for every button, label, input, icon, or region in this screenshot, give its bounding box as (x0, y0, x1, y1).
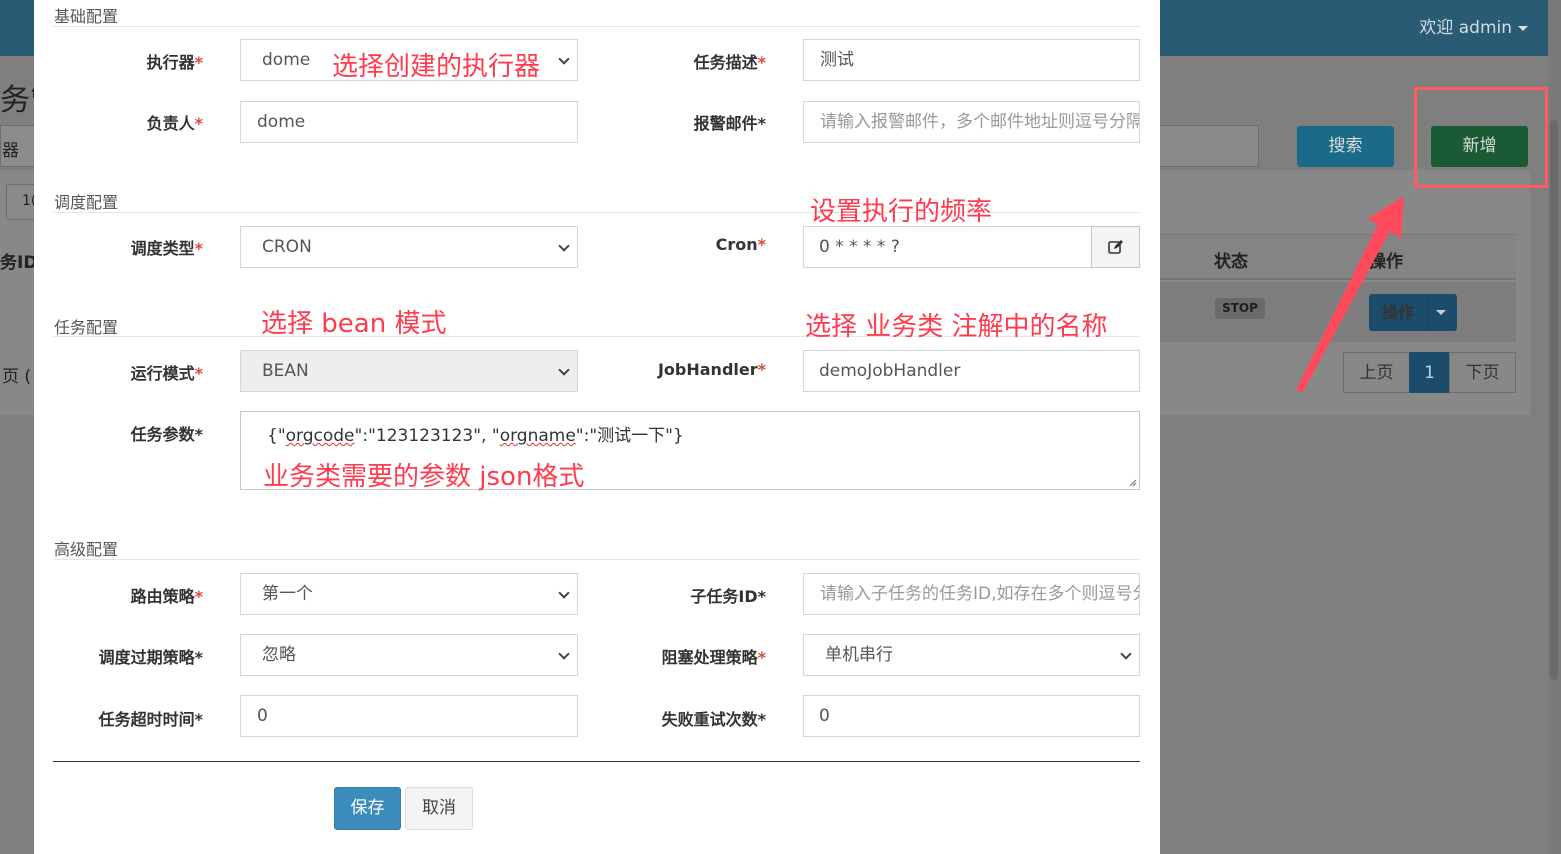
misfire-strategy-label: 调度过期策略* (98, 648, 203, 667)
schedule-type-select[interactable]: CRON (240, 226, 578, 268)
task-params-value: {"orgcode":"123123123", "orgname":"测试一下"… (267, 426, 684, 446)
retry-count-input[interactable]: 0 (803, 695, 1140, 737)
misfire-strategy-select[interactable]: 忽略 (240, 634, 578, 676)
annotation-executor: 选择创建的执行器 (332, 52, 541, 82)
schedule-type-value: CRON (262, 237, 312, 257)
run-mode-label: 运行模式* (130, 364, 203, 383)
caret-down-icon (1518, 25, 1528, 31)
timeout-label: 任务超时时间* (98, 710, 203, 729)
run-mode-value: BEAN (262, 361, 309, 381)
row-action-label: 操作 (1381, 303, 1414, 322)
job-handler-input[interactable]: demoJobHandler (803, 350, 1140, 392)
executor-label: 执行器* (146, 53, 203, 72)
section-schedule-title: 调度配置 (54, 193, 119, 212)
status-badge: STOP (1215, 298, 1265, 319)
child-job-input[interactable]: 请输入子任务的任务ID,如存在多个则逗号分隔 (803, 573, 1140, 615)
annotation-highlight-box (1414, 87, 1548, 188)
cron-input[interactable]: 0 * * * * ? (803, 226, 1092, 268)
section-advanced-title: 高级配置 (54, 540, 119, 559)
edit-icon (1108, 240, 1123, 254)
annotation-task-params: 业务类需要的参数 json格式 (263, 462, 585, 492)
alarm-email-input[interactable]: 请输入报警邮件，多个邮件地址则逗号分隔 (803, 101, 1140, 143)
chevron-down-icon (558, 364, 570, 376)
chevron-down-icon (558, 53, 570, 65)
save-button[interactable]: 保存 (334, 787, 401, 830)
annotation-cron: 设置执行的频率 (810, 197, 993, 227)
owner-input[interactable]: dome (240, 101, 578, 143)
timeout-input[interactable]: 0 (240, 695, 578, 737)
block-strategy-select[interactable]: 单机串行 (803, 634, 1140, 676)
filter-input-fragment[interactable] (1159, 125, 1259, 167)
filter-label-fragment: 器 (2, 141, 19, 161)
block-strategy-label: 阻塞处理策略* (661, 648, 766, 667)
divider (53, 26, 1140, 27)
section-task-title: 任务配置 (54, 318, 119, 337)
retry-count-value: 0 (819, 706, 830, 726)
child-job-label: 子任务ID* (690, 587, 766, 606)
pagination-next[interactable]: 下页 (1449, 352, 1516, 393)
chevron-down-icon (558, 587, 570, 599)
cron-edit-button[interactable] (1091, 226, 1140, 268)
table-row (1159, 282, 1516, 342)
alarm-email-label: 报警邮件* (693, 114, 766, 133)
divider (53, 559, 1140, 560)
user-menu[interactable]: 欢迎 admin (1419, 13, 1528, 38)
route-strategy-select[interactable]: 第一个 (240, 573, 578, 615)
column-actions: 操作 (1369, 252, 1403, 272)
job-handler-value: demoJobHandler (819, 361, 961, 381)
table-header: 状态 操作 (1159, 234, 1516, 280)
annotation-bean-mode: 选择 bean 模式 (261, 309, 447, 339)
divider (1427, 294, 1428, 331)
chevron-down-icon (558, 240, 570, 252)
misfire-strategy-value: 忽略 (262, 645, 296, 665)
description-value: 测试 (820, 50, 854, 70)
alarm-email-placeholder: 请输入报警邮件，多个邮件地址则逗号分隔 (820, 112, 1140, 132)
chevron-down-icon (558, 648, 570, 660)
section-basic-title: 基础配置 (54, 7, 119, 26)
schedule-type-label: 调度类型* (130, 239, 203, 258)
chevron-down-icon (1120, 648, 1132, 660)
page-scrollbar-thumb[interactable] (1550, 120, 1558, 680)
pagination-current[interactable]: 1 (1409, 352, 1450, 393)
task-params-label: 任务参数* (130, 425, 203, 444)
cron-value: 0 * * * * ? (819, 237, 900, 257)
route-strategy-value: 第一个 (262, 584, 313, 604)
user-menu-label: 欢迎 admin (1419, 18, 1512, 38)
description-label: 任务描述* (693, 53, 766, 72)
route-strategy-label: 路由策略* (130, 587, 203, 606)
row-action-dropdown[interactable]: 操作 (1369, 294, 1457, 331)
executor-select-value: dome (262, 50, 311, 70)
resize-grip-icon[interactable] (1127, 477, 1137, 487)
owner-value: dome (257, 112, 306, 132)
run-mode-select[interactable]: BEAN (240, 350, 578, 392)
child-job-placeholder: 请输入子任务的任务ID,如存在多个则逗号分隔 (820, 584, 1140, 604)
add-job-modal: 基础配置 执行器* dome 任务描述* 测试 负责人* dome 报警邮件* … (34, 0, 1160, 854)
caret-down-icon (1436, 310, 1446, 315)
divider (53, 761, 1140, 762)
owner-label: 负责人* (146, 114, 203, 133)
retry-count-label: 失败重试次数* (661, 710, 766, 729)
description-input[interactable]: 测试 (803, 39, 1140, 81)
timeout-value: 0 (257, 706, 268, 726)
cancel-button[interactable]: 取消 (405, 787, 473, 830)
cron-label: Cron* (715, 235, 766, 254)
annotation-job-handler: 选择 业务类 注解中的名称 (805, 312, 1108, 342)
pagination-prev[interactable]: 上页 (1343, 352, 1410, 393)
column-status: 状态 (1214, 252, 1248, 272)
block-strategy-value: 单机串行 (825, 645, 893, 665)
job-handler-label: JobHandler* (657, 360, 766, 379)
search-button[interactable]: 搜索 (1297, 126, 1394, 167)
